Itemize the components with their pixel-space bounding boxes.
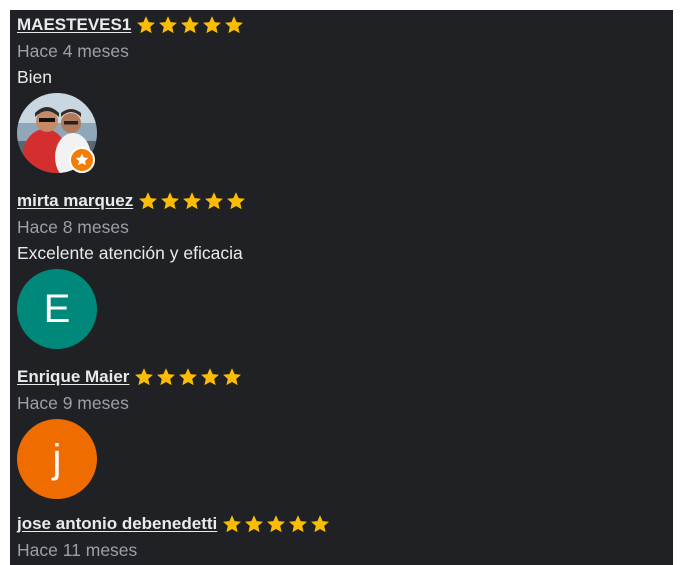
review-item: MAESTEVES1 Hace 4 meses Bien xyxy=(17,12,245,173)
review-header: MAESTEVES1 xyxy=(17,12,245,38)
star-icon xyxy=(201,368,220,386)
star-icon xyxy=(311,515,330,533)
review-header: Enrique Maier xyxy=(17,364,243,390)
review-text: Bien xyxy=(17,67,53,87)
avatar-letter: E xyxy=(43,286,71,331)
star-icon xyxy=(203,16,222,34)
star-icon xyxy=(179,368,198,386)
review-item: jose antonio debenedetti Hace 11 meses xyxy=(17,511,331,563)
star-icon xyxy=(135,368,154,386)
review-date: Hace 8 meses xyxy=(17,217,129,237)
review-text: Excelente atención y eficacia xyxy=(17,243,243,263)
reviewer-name-link[interactable]: mirta marquez xyxy=(17,191,133,211)
star-icon xyxy=(137,16,156,34)
star-rating xyxy=(135,14,245,36)
star-icon xyxy=(245,515,264,533)
star-icon xyxy=(161,192,180,210)
review-item: mirta marquez Hace 8 meses Excelente ate… xyxy=(17,188,247,349)
star-icon xyxy=(139,192,158,210)
review-item: Enrique Maier Hace 9 meses j xyxy=(17,364,243,499)
review-header: mirta marquez xyxy=(17,188,247,214)
star-icon xyxy=(159,16,178,34)
star-rating xyxy=(137,190,247,212)
star-icon xyxy=(223,515,242,533)
star-icon xyxy=(227,192,246,210)
local-guide-icon xyxy=(69,147,95,173)
star-icon xyxy=(181,16,200,34)
star-icon xyxy=(289,515,308,533)
reviewer-avatar[interactable] xyxy=(17,93,97,173)
reviews-panel: MAESTEVES1 Hace 4 meses Bien mirta marqu… xyxy=(10,10,673,565)
reviewer-name-link[interactable]: jose antonio debenedetti xyxy=(17,514,217,534)
star-rating xyxy=(133,366,243,388)
star-icon xyxy=(223,368,242,386)
reviewer-name-link[interactable]: Enrique Maier xyxy=(17,367,129,387)
review-date: Hace 9 meses xyxy=(17,393,129,413)
star-icon xyxy=(183,192,202,210)
star-icon xyxy=(225,16,244,34)
star-rating xyxy=(221,513,331,535)
reviewer-name-link[interactable]: MAESTEVES1 xyxy=(17,15,131,35)
avatar-letter: j xyxy=(52,436,62,481)
reviewer-avatar[interactable]: E xyxy=(17,269,97,349)
review-header: jose antonio debenedetti xyxy=(17,511,331,537)
star-icon xyxy=(267,515,286,533)
star-icon xyxy=(157,368,176,386)
star-icon xyxy=(205,192,224,210)
review-date: Hace 11 meses xyxy=(17,540,138,560)
review-date: Hace 4 meses xyxy=(17,41,129,61)
reviewer-avatar[interactable]: j xyxy=(17,419,97,499)
